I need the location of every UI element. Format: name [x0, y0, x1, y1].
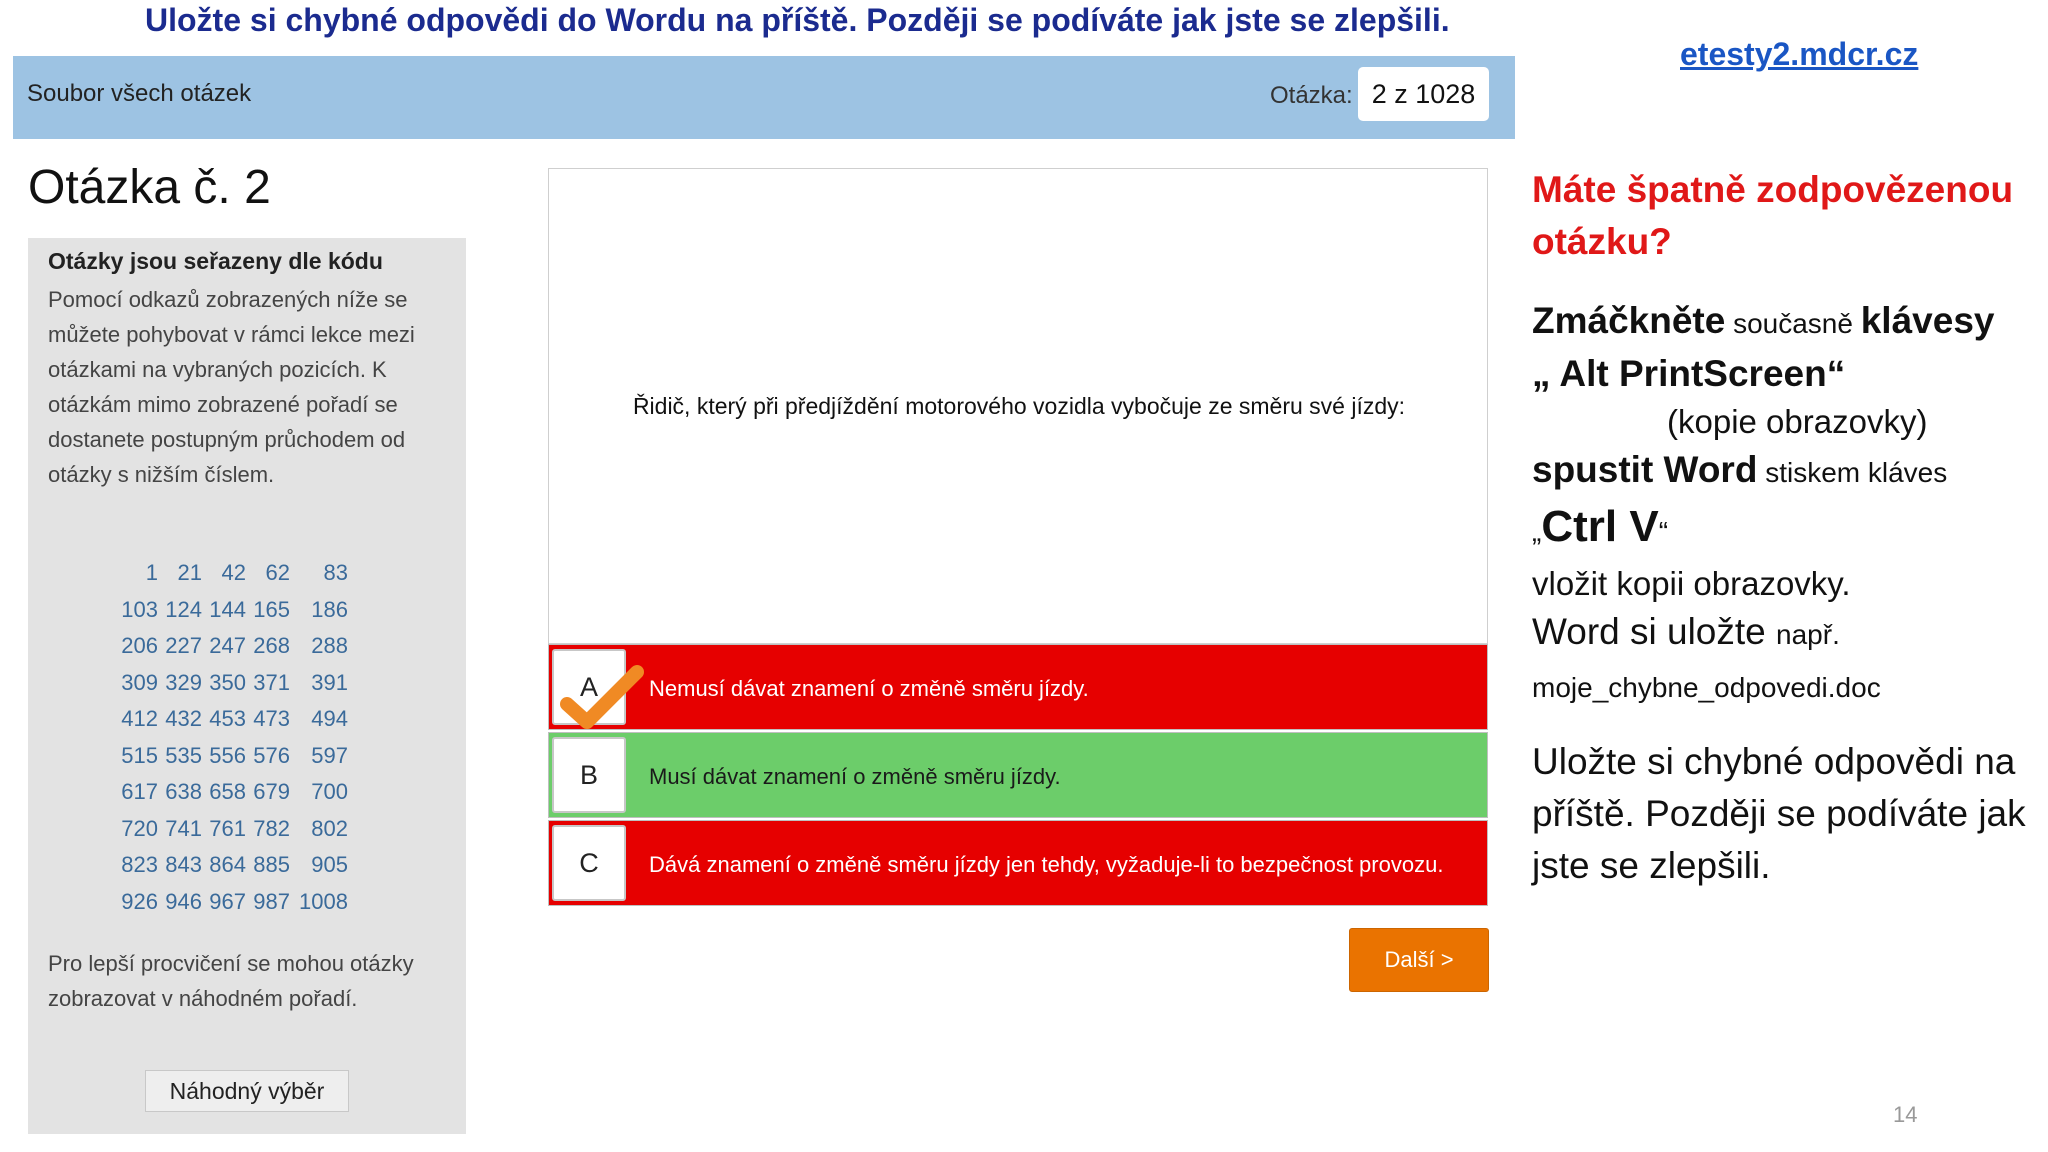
sidebar: Otázky jsou seřazeny dle kódu Pomocí odk… — [28, 238, 466, 1134]
question-number-grid: 1 21 42 62 83 103 124 144 165 186 206 227 247 268 288 3… — [103, 555, 348, 920]
instructions-line-6: vložit kopii obrazovky. — [1532, 565, 1851, 602]
instructions-line-2: „ Alt PrintScreen“ — [1532, 349, 2042, 399]
answer-letter: B — [552, 737, 626, 813]
question-number-link[interactable]: 206 — [103, 628, 158, 665]
question-number-link[interactable]: 885 — [246, 847, 290, 884]
header-title: Soubor všech otázek — [27, 80, 252, 107]
question-number-link[interactable]: 1008 — [290, 884, 348, 921]
instr-text: klávesy — [1860, 300, 1995, 341]
instr-text: Word si uložte — [1532, 611, 1777, 652]
question-number-link[interactable]: 515 — [103, 738, 158, 775]
instr-text: např. — [1776, 619, 1840, 650]
instructions-line-8: moje_chybne_odpovedi.doc — [1532, 672, 1881, 703]
answer-text: Nemusí dávat znamení o změně směru jízdy… — [649, 675, 1089, 701]
question-number-link[interactable]: 165 — [246, 592, 290, 629]
question-counter: 2 z 1028 — [1358, 67, 1489, 121]
question-number-link[interactable]: 926 — [103, 884, 158, 921]
question-number-link[interactable]: 247 — [202, 628, 246, 665]
question-number-link[interactable]: 329 — [158, 665, 202, 702]
sidebar-note: Pro lepší procvičení se mohou otázky zob… — [48, 951, 414, 1011]
answer-text: Musí dávat znamení o změně směru jízdy. — [649, 763, 1061, 789]
question-number-link[interactable]: 412 — [103, 701, 158, 738]
question-number-link[interactable]: 350 — [202, 665, 246, 702]
instr-text: “ — [1658, 516, 1669, 547]
answer-option-c[interactable]: C Dává znamení o změně směru jízdy jen t… — [548, 820, 1488, 906]
question-number-link[interactable]: 843 — [158, 847, 202, 884]
instr-text: spustit Word — [1532, 449, 1758, 490]
instructions-line-4: spustit Word stiskem kláves — [1532, 445, 2042, 498]
question-heading: Otázka č. 2 — [28, 161, 271, 214]
instr-text: „ Alt PrintScreen“ — [1532, 353, 1846, 394]
question-number-link[interactable]: 658 — [202, 774, 246, 811]
question-number-link[interactable]: 556 — [202, 738, 246, 775]
question-number-link[interactable]: 288 — [290, 628, 348, 665]
answer-option-a[interactable]: A Nemusí dávat znamení o změně směru jíz… — [548, 644, 1488, 730]
question-number-link[interactable]: 83 — [290, 555, 348, 592]
question-number-link[interactable]: 802 — [290, 811, 348, 848]
question-number-link[interactable]: 823 — [103, 847, 158, 884]
instructions-line-1: Zmáčkněte současně klávesy — [1532, 296, 2042, 349]
instructions-heading: Máte špatně zodpovězenou otázku? — [1532, 169, 2014, 262]
top-banner: Uložte si chybné odpovědi do Wordu na př… — [145, 2, 1450, 38]
question-counter-label: Otázka: — [1270, 82, 1353, 109]
question-number-link[interactable]: 638 — [158, 774, 202, 811]
question-number-link[interactable]: 700 — [290, 774, 348, 811]
question-number-link[interactable]: 453 — [202, 701, 246, 738]
question-number-link[interactable]: 864 — [202, 847, 246, 884]
question-number-link[interactable]: 21 — [158, 555, 202, 592]
instructions-panel: Máte špatně zodpovězenou otázku? Zmáčkně… — [1532, 164, 2042, 892]
header-bar: Soubor všech otázek Otázka: 2 z 1028 — [13, 56, 1515, 139]
question-number-link[interactable]: 987 — [246, 884, 290, 921]
question-number-link[interactable]: 391 — [290, 665, 348, 702]
question-number-link[interactable]: 268 — [246, 628, 290, 665]
instr-text: „ — [1532, 516, 1542, 547]
instructions-line-5: „Ctrl V“ — [1532, 498, 2042, 561]
question-number-link[interactable]: 62 — [246, 555, 290, 592]
question-number-link[interactable]: 782 — [246, 811, 290, 848]
answer-letter: C — [552, 825, 626, 901]
instructions-line-7: Word si uložte např. — [1532, 607, 2042, 660]
question-text: Řidič, který při předjíždění motorového … — [632, 393, 1406, 419]
instr-text: Ctrl V — [1541, 502, 1659, 551]
question-number-link[interactable]: 1 — [103, 555, 158, 592]
instr-text: stiskem kláves — [1757, 457, 1948, 488]
random-selection-button[interactable]: Náhodný výběr — [145, 1070, 349, 1112]
question-number-link[interactable]: 42 — [202, 555, 246, 592]
question-number-link[interactable]: 967 — [202, 884, 246, 921]
question-number-link[interactable]: 720 — [103, 811, 158, 848]
question-number-link[interactable]: 144 — [202, 592, 246, 629]
question-number-link[interactable]: 946 — [158, 884, 202, 921]
question-number-link[interactable]: 473 — [246, 701, 290, 738]
page-number: 14 — [1893, 1102, 1918, 1127]
question-number-link[interactable]: 905 — [290, 847, 348, 884]
question-number-link[interactable]: 103 — [103, 592, 158, 629]
question-number-link[interactable]: 761 — [202, 811, 246, 848]
site-link[interactable]: etesty2.mdcr.cz — [1680, 36, 1918, 73]
next-button[interactable]: Další > — [1349, 928, 1489, 992]
question-number-link[interactable]: 494 — [290, 701, 348, 738]
question-number-link[interactable]: 432 — [158, 701, 202, 738]
question-number-link[interactable]: 535 — [158, 738, 202, 775]
question-number-link[interactable]: 741 — [158, 811, 202, 848]
question-number-link[interactable]: 309 — [103, 665, 158, 702]
instr-text: současně — [1725, 308, 1861, 339]
checkmark-icon — [560, 665, 644, 729]
question-panel: Řidič, který při předjíždění motorového … — [548, 168, 1488, 644]
question-number-link[interactable]: 124 — [158, 592, 202, 629]
answer-option-b[interactable]: B Musí dávat znamení o změně směru jízdy… — [548, 732, 1488, 818]
question-number-link[interactable]: 617 — [103, 774, 158, 811]
question-number-link[interactable]: 186 — [290, 592, 348, 629]
sidebar-title: Otázky jsou seřazeny dle kódu — [48, 248, 383, 274]
question-number-link[interactable]: 227 — [158, 628, 202, 665]
question-number-link[interactable]: 576 — [246, 738, 290, 775]
instructions-line-3: (kopie obrazovky) — [1667, 403, 1928, 440]
question-number-link[interactable]: 679 — [246, 774, 290, 811]
instructions-closing: Uložte si chybné odpovědi na příště. Poz… — [1532, 741, 2026, 886]
answer-text: Dává znamení o změně směru jízdy jen teh… — [649, 851, 1444, 877]
question-number-link[interactable]: 597 — [290, 738, 348, 775]
question-number-link[interactable]: 371 — [246, 665, 290, 702]
instr-text: Zmáčkněte — [1532, 300, 1726, 341]
sidebar-description: Pomocí odkazů zobrazených níže se můžete… — [48, 287, 415, 487]
